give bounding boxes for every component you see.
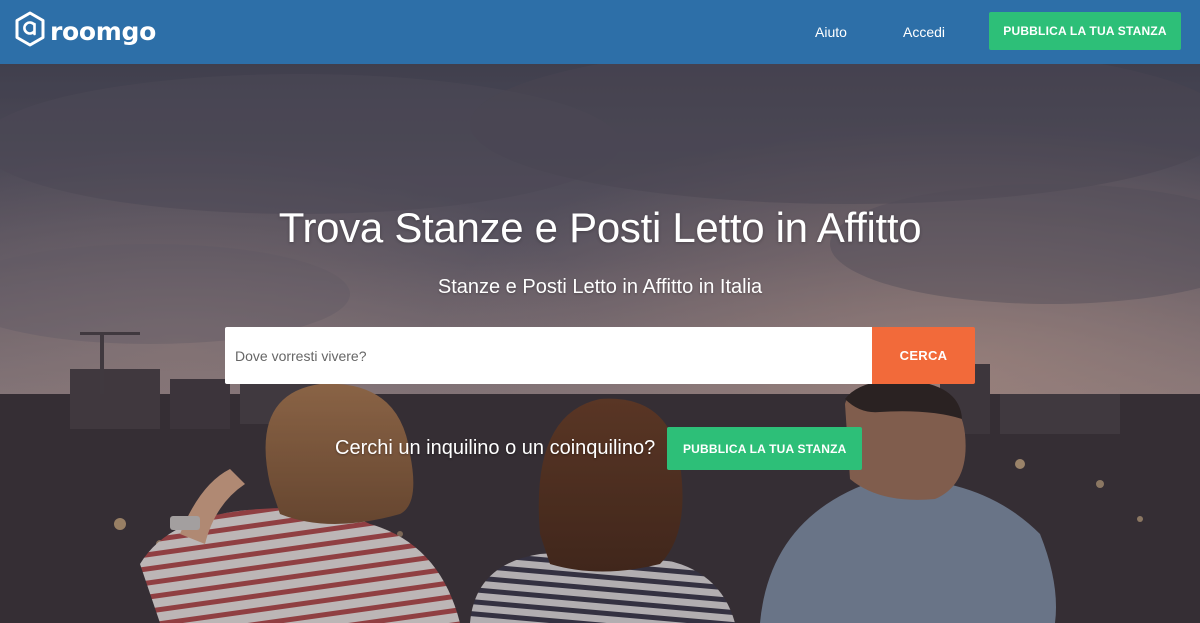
hero-title: Trova Stanze e Posti Letto in Affitto xyxy=(278,204,922,251)
brand-logo[interactable]: roomgo xyxy=(14,11,157,52)
tenant-cta-row: Cerchi un inquilino o un coinquilino? PU… xyxy=(335,427,863,470)
search-button[interactable]: CERCA xyxy=(872,327,975,384)
search-bar: CERCA xyxy=(225,327,975,384)
brand-name: roomgo xyxy=(50,16,157,46)
top-header: roomgo Aiuto Accedi PUBBLICA LA TUA STAN… xyxy=(0,0,1200,64)
nav-help-link[interactable]: Aiuto xyxy=(815,24,847,40)
hero-section: Trova Stanze e Posti Letto in Affitto St… xyxy=(0,64,1200,623)
location-search-input[interactable] xyxy=(225,327,872,384)
roomgo-logo-icon xyxy=(14,11,46,52)
hero-subtitle: Stanze e Posti Letto in Affitto in Itali… xyxy=(437,276,763,298)
header-publish-room-button[interactable]: PUBBLICA LA TUA STANZA xyxy=(989,12,1181,50)
hero-publish-room-button[interactable]: PUBBLICA LA TUA STANZA xyxy=(667,427,863,470)
nav-login-link[interactable]: Accedi xyxy=(903,24,945,40)
tenant-prompt-text: Cerchi un inquilino o un coinquilino? xyxy=(335,437,656,459)
